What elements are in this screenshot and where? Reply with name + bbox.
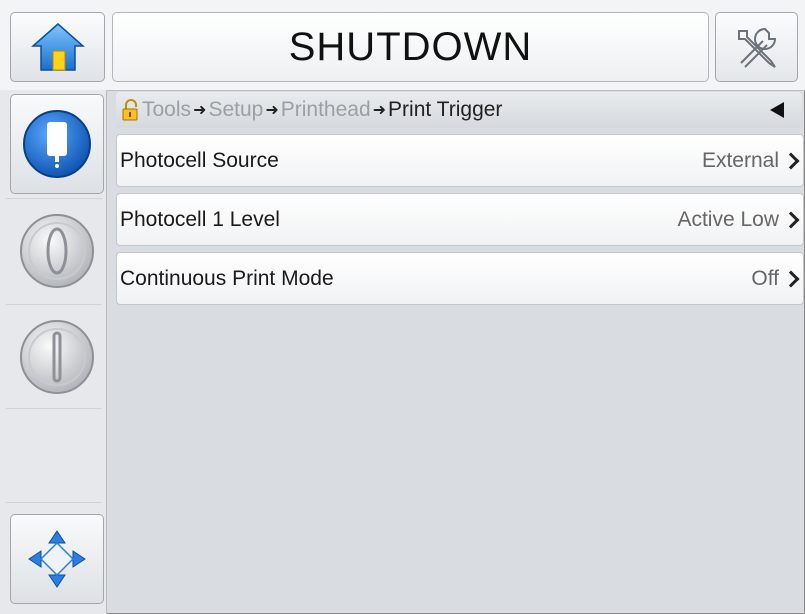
lock-icon [122, 99, 138, 121]
setting-label: Photocell 1 Level [120, 207, 280, 231]
start-button[interactable] [10, 202, 104, 300]
setting-row-continuous-print-mode[interactable]: Continuous Print Mode Off [116, 252, 804, 305]
home-icon [30, 23, 85, 71]
breadcrumb-arrow-icon: ➜ [372, 102, 387, 119]
setting-row-photocell-source[interactable]: Photocell Source External [116, 134, 804, 187]
top-bar: SHUTDOWN [0, 0, 805, 91]
chevron-right-icon [782, 152, 800, 169]
ink-cartridge-icon [23, 110, 91, 178]
sidebar-divider [6, 304, 102, 305]
chevron-right-icon [782, 270, 800, 287]
stop-button[interactable] [10, 308, 104, 406]
page-title: SHUTDOWN [112, 12, 709, 82]
navigation-button[interactable] [10, 514, 104, 604]
zero-power-icon [20, 214, 94, 288]
sidebar [0, 90, 107, 614]
sidebar-divider [6, 502, 102, 503]
home-button[interactable] [10, 12, 105, 82]
chevron-right-icon [782, 211, 800, 228]
breadcrumb-arrow-icon: ➜ [193, 102, 207, 119]
breadcrumb: Tools ➜ Setup ➜ Printhead ➜ Print Trigge… [116, 92, 802, 128]
breadcrumb-item-printhead[interactable]: Printhead [281, 98, 371, 122]
tools-button[interactable] [715, 12, 798, 82]
setting-row-photocell-1-level[interactable]: Photocell 1 Level Active Low [116, 193, 804, 246]
breadcrumb-item-tools[interactable]: Tools [142, 98, 191, 122]
setting-value: Off [751, 266, 779, 290]
sidebar-divider [6, 198, 102, 199]
breadcrumb-arrow-icon: ➜ [265, 102, 279, 119]
setting-label: Photocell Source [120, 148, 279, 172]
main-content: Tools ➜ Setup ➜ Printhead ➜ Print Trigge… [112, 90, 805, 614]
ink-status-button[interactable] [10, 94, 104, 194]
sidebar-divider [6, 408, 102, 409]
breadcrumb-item-setup[interactable]: Setup [208, 98, 263, 122]
one-power-icon [20, 320, 94, 394]
setting-label: Continuous Print Mode [120, 266, 334, 290]
setting-value: Active Low [677, 207, 779, 231]
four-way-arrows-icon [28, 530, 86, 588]
setting-value: External [701, 148, 779, 172]
tools-icon [737, 27, 776, 68]
breadcrumb-item-print-trigger: Print Trigger [388, 98, 503, 121]
back-arrow-icon[interactable] [770, 102, 784, 118]
